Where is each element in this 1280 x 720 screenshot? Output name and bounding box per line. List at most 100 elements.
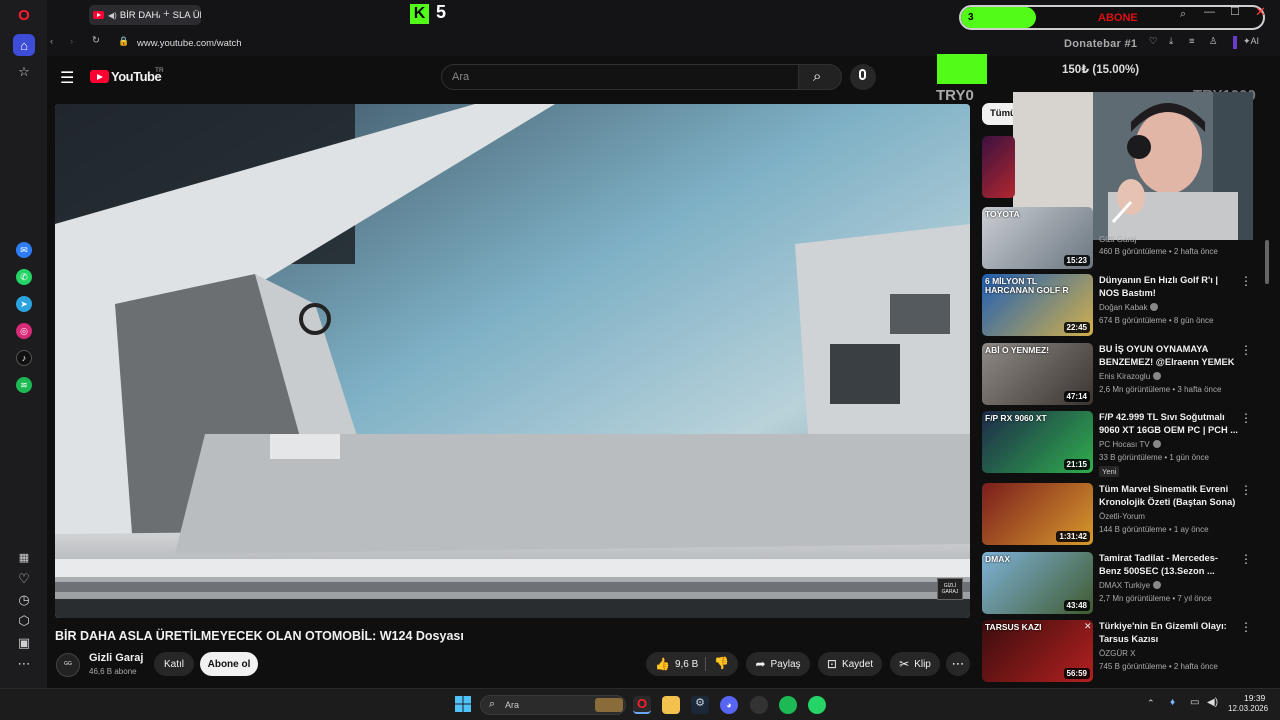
tray-network-icon[interactable]: ▭ — [1190, 697, 1199, 708]
recommendation-thumbnail[interactable]: 1:31:42 — [982, 483, 1093, 545]
recommendation-thumbnail[interactable]: 6 MİLYON TL HARCANAN GOLF R 22:45 — [982, 274, 1093, 336]
taskbar-steam-icon[interactable]: ⚙ — [691, 696, 709, 714]
telegram-icon[interactable]: ➤ — [16, 296, 32, 312]
easy-setup-icon[interactable]: ≡ — [1189, 36, 1195, 47]
like-icon[interactable]: 👍 — [655, 657, 670, 671]
clip-button[interactable]: ✂ Klip — [890, 652, 940, 676]
download-icon[interactable]: ⤓ — [1169, 36, 1173, 47]
tray-mic-icon[interactable]: ♦ — [1170, 697, 1175, 708]
voice-search-button[interactable] — [850, 64, 876, 90]
recommendation-channel[interactable]: PC Hocası TV — [1099, 440, 1161, 449]
spotify-icon[interactable]: ≋ — [16, 377, 32, 393]
taskbar-opera-icon[interactable]: O — [633, 696, 651, 714]
scrollbar-thumb[interactable] — [1265, 240, 1269, 284]
save-button[interactable]: ⊡ Kaydet — [818, 652, 882, 676]
recommendation-thumbnail[interactable]: ABİ O YENMEZ! 47:14 — [982, 343, 1093, 405]
recommendation-channel[interactable]: DMAX Turkiye — [1099, 581, 1162, 590]
windows-start-icon[interactable] — [455, 696, 473, 714]
share-button[interactable]: ➦ Paylaş — [746, 652, 810, 676]
speaker-icon[interactable]: ◀) — [108, 11, 117, 20]
recommendation-title[interactable]: Türkiye'nin En Gizemli Olayı: Tarsus Kaz… — [1099, 620, 1239, 646]
subscribe-button[interactable]: Abone ol — [200, 652, 258, 676]
dismiss-icon[interactable]: ✕ — [1084, 621, 1092, 632]
recommendation-thumbnail-partial[interactable] — [982, 136, 1015, 198]
more-options-icon[interactable]: ⋮ — [1240, 411, 1252, 425]
recommendation-thumbnail[interactable]: F/P RX 9060 XT 21:15 — [982, 411, 1093, 473]
video-player[interactable]: GİZLİ GARAJ — [55, 104, 970, 618]
taskbar-whatsapp-icon[interactable] — [808, 696, 826, 714]
recommendation-item[interactable]: 1:31:42 Tüm Marvel Sinematik Evreni Krono… — [982, 483, 1267, 547]
whatsapp-icon[interactable]: ✆ — [16, 269, 32, 285]
more-options-icon[interactable]: ⋮ — [1240, 343, 1252, 357]
reload-icon[interactable]: ↻ — [92, 35, 100, 46]
history-icon[interactable]: ◷ — [13, 589, 35, 611]
tray-volume-icon[interactable]: ◀) — [1207, 697, 1218, 708]
youtube-logo-icon[interactable] — [90, 70, 109, 83]
recommendation-thumbnail[interactable]: TARSUS KAZI 56:59 — [982, 620, 1093, 682]
hamburger-menu-icon[interactable]: ☰ — [60, 68, 74, 88]
recommendation-channel[interactable]: Özetli-Yorum — [1099, 512, 1145, 521]
taskbar-spotify-icon[interactable] — [779, 696, 797, 714]
workspaces-icon[interactable]: ▦ — [13, 546, 35, 568]
recommendation-channel[interactable]: Enis Kirazoglu — [1099, 372, 1162, 381]
recommendation-item[interactable]: DMAX 43:48 Tamirat Tadilat - Mercedes-Benz… — [982, 552, 1267, 616]
extension-icon[interactable] — [1233, 36, 1237, 49]
dislike-icon[interactable]: 👎 — [714, 656, 729, 670]
more-options-icon[interactable]: ⋮ — [1240, 483, 1252, 497]
clock-date[interactable]: 12.03.2026 — [1228, 704, 1268, 713]
bookmarks-star-icon[interactable]: ☆ — [13, 61, 35, 83]
instagram-icon[interactable]: ◎ — [16, 323, 32, 339]
clock-time[interactable]: 19:39 — [1244, 693, 1265, 703]
url-field[interactable]: www.youtube.com/watch — [137, 38, 242, 49]
minimize-icon[interactable]: — — [1204, 6, 1215, 18]
channel-name[interactable]: Gizli Garaj — [89, 652, 143, 664]
home-icon[interactable]: ⌂ — [13, 34, 35, 56]
taskbar-file-explorer-icon[interactable] — [662, 696, 680, 714]
tray-overflow-icon[interactable]: ⌃ — [1147, 698, 1155, 709]
recommendation-title[interactable]: Tamirat Tadilat - Mercedes-Benz 500SEC (… — [1099, 552, 1239, 578]
recommendation-channel[interactable]: Gizli Garaj — [1099, 235, 1136, 244]
recommendation-item[interactable]: TARSUS KAZI 56:59 Türkiye'nin En Gizemli O… — [982, 620, 1267, 684]
forward-icon[interactable]: › — [70, 36, 73, 47]
join-button[interactable]: Katıl — [154, 652, 194, 676]
search-button[interactable]: ⌕ — [798, 64, 842, 90]
more-options-icon[interactable]: ⋮ — [1240, 620, 1252, 634]
recommendation-item[interactable]: 6 MİLYON TL HARCANAN GOLF R 22:45 Dünyanın… — [982, 274, 1267, 338]
wallet-icon[interactable]: ▣ — [13, 632, 35, 654]
recommendation-channel[interactable]: Doğan Kabak — [1099, 303, 1159, 312]
maximize-icon[interactable]: ☐ — [1230, 5, 1240, 18]
channel-avatar[interactable]: GG — [56, 653, 80, 677]
search-input[interactable]: Ara — [441, 64, 799, 90]
recommendation-thumbnail[interactable]: DMAX 43:48 — [982, 552, 1093, 614]
more-icon[interactable]: ⋯ — [13, 653, 35, 675]
more-options-icon[interactable]: ⋮ — [1240, 274, 1252, 288]
recommendation-item[interactable]: ABİ O YENMEZ! 47:14 BU İŞ OYUN OYNAMAYA BE… — [982, 343, 1267, 407]
close-icon[interactable]: ✕ — [1255, 4, 1266, 20]
tiktok-icon[interactable]: ♪ — [16, 350, 32, 366]
more-options-icon[interactable]: ⋮ — [1240, 552, 1252, 566]
taskbar-discord-icon[interactable]: ◕ — [720, 696, 738, 714]
like-count[interactable]: 9,6 B — [675, 659, 698, 670]
recommendation-item[interactable]: F/P RX 9060 XT 21:15 F/P 42.999 TL Sıvı So… — [982, 411, 1267, 477]
aria-ai-icon[interactable]: ✦AI — [1243, 36, 1259, 47]
youtube-logo-text[interactable]: YouTube — [111, 69, 162, 84]
messenger-icon[interactable]: ✉ — [16, 242, 32, 258]
pinboard-heart-icon[interactable]: ♡ — [13, 568, 35, 590]
taskbar-app-icon[interactable] — [750, 696, 768, 714]
recommendation-title[interactable]: F/P 42.999 TL Sıvı Soğutmalı 9060 XT 16G… — [1099, 411, 1239, 437]
recommendation-title[interactable]: Tüm Marvel Sinematik Evreni Kronolojik Ö… — [1099, 483, 1239, 509]
profile-icon[interactable]: ♙ — [1209, 36, 1218, 47]
recommendation-title[interactable]: Dünyanın En Hızlı Golf R'ı | NOS Bastım! — [1099, 274, 1239, 300]
recommendation-item[interactable]: TOYOTA 15:23 Gizli Garaj 460 B görüntüleme … — [982, 207, 1267, 271]
search-tabs-icon[interactable]: ⌕ — [1180, 8, 1186, 21]
taskbar-search[interactable]: ⌕ Ara — [480, 695, 626, 715]
opera-menu-icon[interactable]: O — [13, 4, 35, 26]
back-icon[interactable]: ‹ — [50, 36, 53, 47]
recommendation-title[interactable]: BU İŞ OYUN OYNAMAYA BENZEMEZ! @Elraenn Y… — [1099, 343, 1239, 370]
extensions-cube-icon[interactable]: ⬡ — [13, 610, 35, 632]
recommendation-channel[interactable]: ÖZGÜR X — [1099, 649, 1135, 658]
active-tab[interactable]: ◀) BİR DAHA ASLA ÜRETİ — [89, 5, 201, 25]
new-tab-icon[interactable]: + — [160, 8, 173, 21]
bookmark-heart-icon[interactable]: ♡ — [1149, 36, 1158, 47]
recommendation-thumbnail[interactable]: TOYOTA 15:23 — [982, 207, 1093, 269]
